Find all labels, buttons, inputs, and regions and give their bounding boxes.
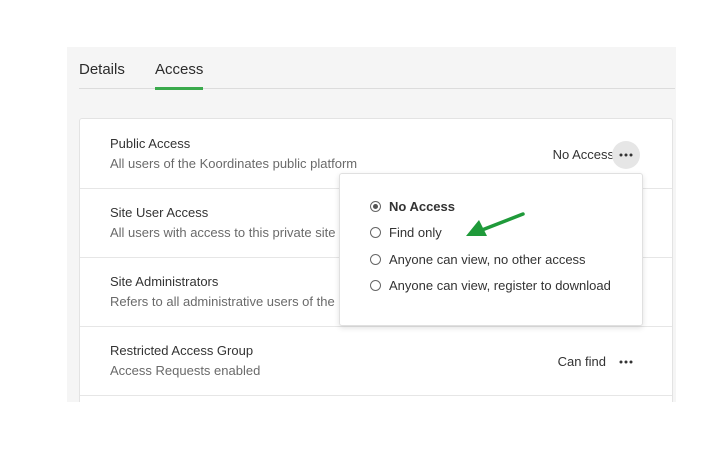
more-options-button[interactable] xyxy=(612,348,640,376)
tab-access[interactable]: Access xyxy=(155,61,204,90)
row-title: Site User Access xyxy=(110,205,209,220)
more-horizontal-icon xyxy=(619,360,633,364)
green-arrow-icon xyxy=(466,212,525,236)
option-label: Anyone can view, register to download xyxy=(389,277,611,293)
option-find-only[interactable]: Find only xyxy=(370,222,442,242)
row-subtitle: Access Requests enabled xyxy=(110,363,261,378)
access-level-dropdown: No Access Find only Anyone can view, no … xyxy=(339,173,643,326)
radio-checked-icon[interactable] xyxy=(370,200,381,212)
radio-unchecked-icon[interactable] xyxy=(370,253,381,265)
tab-details[interactable]: Details xyxy=(79,61,125,87)
more-horizontal-icon xyxy=(619,153,633,157)
row-title: Restricted Access Group xyxy=(110,343,254,358)
more-options-button[interactable] xyxy=(612,141,640,169)
row-subtitle: Refers to all administrative users of th… xyxy=(110,294,335,309)
status-text: No Access xyxy=(552,147,614,162)
row-title: Site Administrators xyxy=(110,274,219,289)
tab-bar: Details Access xyxy=(79,47,675,90)
row-subtitle: All users of the Koordinates public plat… xyxy=(110,156,358,171)
list-item-restricted-access-group: Restricted Access Group Access Requests … xyxy=(80,326,672,396)
radio-unchecked-icon[interactable] xyxy=(370,226,381,238)
option-label: Find only xyxy=(389,224,442,240)
option-no-access[interactable]: No Access xyxy=(370,196,455,216)
option-label: No Access xyxy=(389,198,455,214)
radio-unchecked-icon[interactable] xyxy=(370,279,381,291)
row-title: Public Access xyxy=(110,136,191,151)
option-anyone-view-register[interactable]: Anyone can view, register to download xyxy=(370,275,611,295)
option-label: Anyone can view, no other access xyxy=(389,251,586,267)
status-text: Can find xyxy=(557,354,606,369)
option-anyone-view-no-other[interactable]: Anyone can view, no other access xyxy=(370,249,586,269)
row-subtitle: All users with access to this private si… xyxy=(110,225,336,240)
